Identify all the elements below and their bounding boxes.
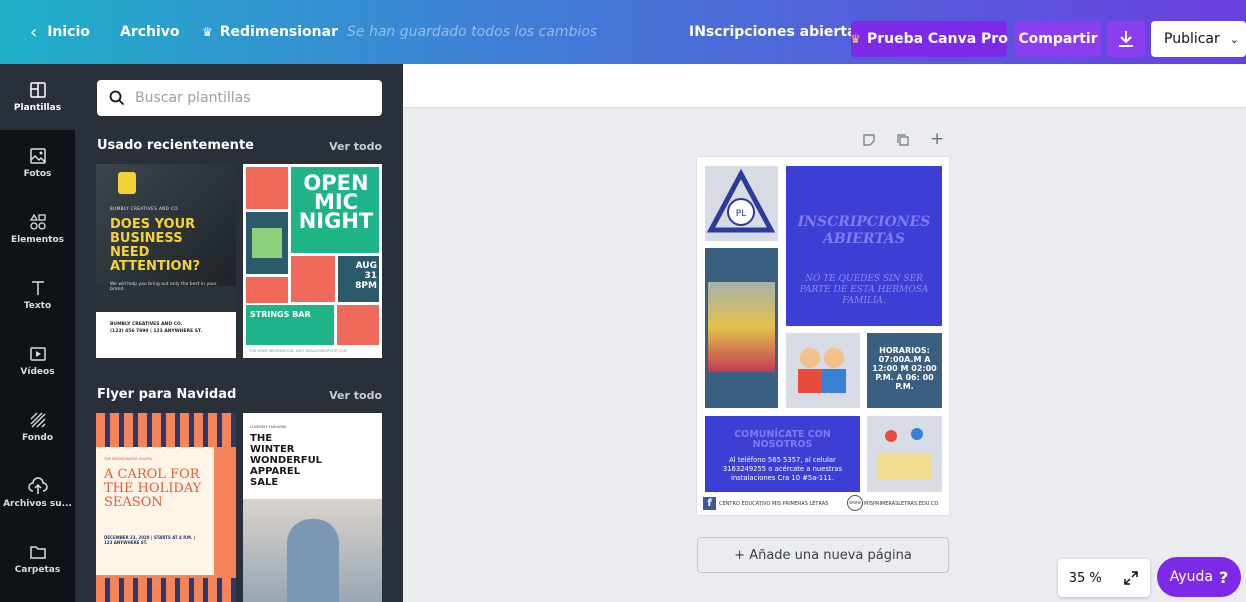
crown-icon: ♛ <box>850 32 861 46</box>
template-open-mic[interactable]: OPEN MIC NIGHT AUG 31 8PM STRINGS BAR FO… <box>243 164 382 358</box>
recent-section-title: Usado recientemente <box>97 138 254 153</box>
template-search[interactable] <box>97 80 382 116</box>
books-illustration <box>867 416 942 492</box>
zoom-level[interactable]: 35 % <box>1069 571 1102 586</box>
recent-see-all-link[interactable]: Ver todo <box>329 140 382 153</box>
background-icon <box>30 412 45 428</box>
title-block: INSCRIPCIONES ABIERTAS NO TE QUEDES SIN … <box>786 166 942 326</box>
elements-icon <box>29 213 46 230</box>
rail-item-folders[interactable]: Carpetas <box>0 526 75 592</box>
rail-item-videos[interactable]: Vídeos <box>0 328 75 394</box>
folders-icon <box>29 546 46 559</box>
save-status: Se han guardado todos los cambios <box>347 24 598 40</box>
share-button[interactable]: Compartir <box>1015 21 1101 57</box>
videos-icon <box>29 347 46 361</box>
uploads-icon <box>27 477 48 494</box>
text-icon <box>31 281 44 295</box>
template-winter[interactable]: LOVEDELY FASHIONS THE WINTER WONDERFUL A… <box>243 413 382 602</box>
rail-item-elements[interactable]: Elementos <box>0 196 75 262</box>
rail-item-photos[interactable]: Fotos <box>0 130 75 196</box>
chevron-down-icon: ⌄ <box>1229 32 1239 46</box>
rail-item-uploads[interactable]: Archivos su... <box>0 460 75 526</box>
svg-text:PL: PL <box>736 209 746 219</box>
document-title[interactable]: INscripciones abiertas <box>689 0 865 64</box>
download-button[interactable] <box>1107 21 1145 57</box>
file-menu[interactable]: Archivo <box>120 0 180 64</box>
rail-item-background[interactable]: Fondo <box>0 394 75 460</box>
christmas-see-all-link[interactable]: Ver todo <box>329 389 382 402</box>
zoom-control[interactable]: 35 % <box>1058 559 1150 597</box>
design-page[interactable]: PL INSCRIPCIONES ABIERTAS NO TE QUEDES S… <box>697 157 949 515</box>
add-page-icon[interactable]: + <box>930 129 944 149</box>
crown-icon: ♛ <box>202 25 213 39</box>
school-logo: PL <box>705 166 778 241</box>
facebook-icon: f <box>703 497 716 510</box>
templates-panel: Usado recientemente Ver todo BUMBLY CREA… <box>75 64 403 602</box>
photo-frame <box>705 248 778 408</box>
add-new-page-button[interactable]: + Añade una nueva página <box>697 537 949 573</box>
search-icon <box>109 90 125 106</box>
boombox-icon <box>252 228 282 258</box>
web-icon: www <box>847 495 863 511</box>
lightbulb-icon <box>118 172 136 194</box>
hours-block: HORARIOS: 07:00A.M A 12:00 M 02:00 P.M. … <box>867 333 942 408</box>
template-carol[interactable]: THE BRIDGEWATER CHAPEL A CAROL FOR THE H… <box>96 413 236 602</box>
download-icon <box>1119 31 1133 47</box>
home-button[interactable]: ‹ Inicio <box>30 0 90 64</box>
publish-button[interactable]: Publicar ⌄ <box>1151 21 1246 57</box>
template-business[interactable]: BUMBLY CREATIVES AND CO. DOES YOUR BUSIN… <box>96 164 236 358</box>
search-input[interactable] <box>133 89 363 107</box>
templates-icon <box>29 82 46 98</box>
christmas-section-title: Flyer para Navidad <box>97 387 237 402</box>
rail-item-templates[interactable]: Plantillas <box>0 64 75 130</box>
rail-item-text[interactable]: Texto <box>0 262 75 328</box>
contact-block: COMUNÍCATE CON NOSOTROS Al teléfono 565 … <box>705 416 860 492</box>
duplicate-page-icon[interactable] <box>896 132 910 151</box>
try-pro-button[interactable]: ♛ Prueba Canva Pro <box>850 21 1008 57</box>
side-rail: Plantillas Fotos Elementos Texto Vídeos … <box>0 64 75 602</box>
fullscreen-icon[interactable] <box>1123 570 1139 586</box>
kids-illustration <box>786 333 860 408</box>
school-logo-icon: PL <box>706 168 776 233</box>
photos-icon <box>29 148 46 164</box>
editor-toolbar <box>403 64 1246 108</box>
question-mark-icon: ? <box>1218 567 1229 587</box>
page-note-icon[interactable] <box>862 132 876 151</box>
model-photo <box>287 519 339 602</box>
help-button[interactable]: Ayuda ? <box>1157 557 1241 597</box>
chevron-left-icon: ‹ <box>30 21 38 43</box>
top-bar: ‹ Inicio Archivo ♛ Redimensionar Se han … <box>0 0 1246 64</box>
resize-button[interactable]: ♛ Redimensionar <box>202 0 338 64</box>
children-photo <box>708 282 775 372</box>
